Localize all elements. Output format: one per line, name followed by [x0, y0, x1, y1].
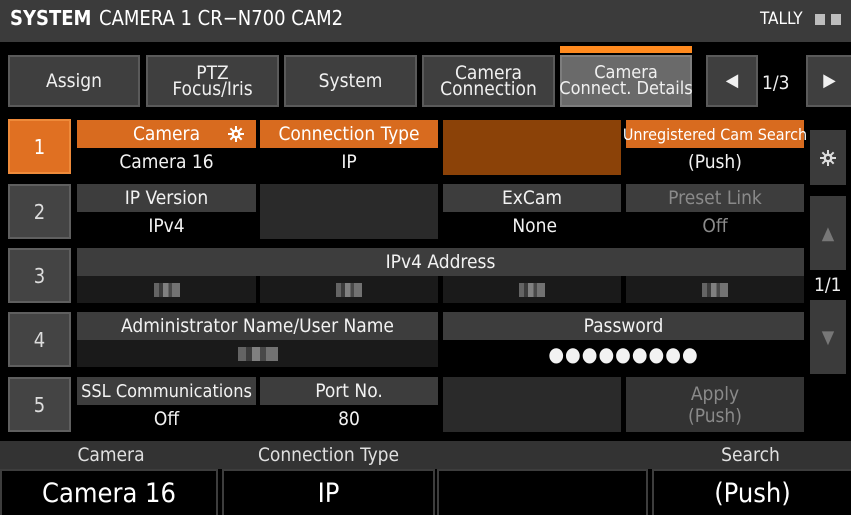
settings-button[interactable] — [810, 130, 846, 185]
tab-camera-connection[interactable]: Camera Connection — [422, 55, 555, 107]
scroll-up-button[interactable]: ▲ — [810, 196, 846, 270]
bottom-search-label: Search — [650, 441, 851, 469]
camera-label[interactable]: Camera — [77, 120, 256, 148]
port-no-label[interactable]: Port No. — [260, 377, 438, 405]
bottom-connection-type-label: Connection Type — [222, 441, 435, 469]
tally-indicator-2 — [831, 14, 841, 25]
redacted-value — [153, 282, 180, 297]
tab-system[interactable]: System — [284, 55, 417, 107]
bottom-camera-label: Camera — [0, 441, 222, 469]
apply-button[interactable]: Apply (Push) — [626, 377, 804, 432]
tab-ptz-focus-iris[interactable]: PTZ Focus/Iris — [146, 55, 279, 107]
camera-title: CAMERA 1 CR−N700 CAM2 — [99, 6, 344, 30]
bottom-camera-value[interactable]: Camera 16 — [0, 469, 218, 515]
preset-link-value: Off — [626, 212, 804, 239]
tab-ptz-label: PTZ Focus/Iris — [172, 62, 253, 100]
redacted-value — [336, 282, 362, 297]
active-tab-indicator — [560, 46, 692, 53]
page-indicator: 1/3 — [762, 72, 790, 94]
row-button-2[interactable]: 2 — [8, 184, 71, 239]
unregistered-cam-search-label[interactable]: Unregistered Cam Search — [623, 120, 807, 148]
bottom-search-value[interactable]: (Push) — [652, 469, 851, 515]
empty-cell — [443, 377, 621, 432]
ipv4-octet-3[interactable] — [443, 276, 621, 303]
tab-system-label: System — [318, 70, 383, 92]
ssl-communications-value[interactable]: Off — [77, 405, 256, 432]
system-label: SYSTEM — [10, 6, 92, 30]
password-label: Password — [443, 312, 804, 340]
camera-label-text: Camera — [132, 123, 201, 145]
left-arrow-icon: ◀ — [725, 70, 739, 91]
connection-type-value[interactable]: IP — [260, 148, 438, 175]
admin-name-label: Administrator Name/User Name — [77, 312, 438, 340]
gear-icon — [228, 126, 244, 142]
ipv4-octet-1[interactable] — [77, 276, 256, 303]
camera-value[interactable]: Camera 16 — [77, 148, 256, 175]
password-value[interactable]: ●●●●●●●●● — [443, 340, 804, 367]
tally-indicator-1 — [815, 14, 825, 25]
right-arrow-icon: ▶ — [823, 70, 836, 91]
connection-type-label[interactable]: Connection Type — [260, 120, 438, 148]
tab-camera-connect-details-label: Camera Connect. Details — [559, 62, 693, 99]
next-page-button[interactable]: ▶ — [806, 55, 851, 107]
tab-camera-connect-details[interactable]: Camera Connect. Details — [559, 55, 693, 107]
ip-version-label[interactable]: IP Version — [77, 184, 256, 212]
up-arrow-icon: ▲ — [821, 222, 835, 244]
tab-assign-label: Assign — [46, 70, 102, 92]
down-arrow-icon: ▼ — [821, 326, 835, 348]
preset-link-label: Preset Link — [626, 184, 804, 212]
redacted-value — [519, 282, 545, 297]
bottom-connection-type-value[interactable]: IP — [222, 469, 435, 515]
excam-value[interactable]: None — [443, 212, 621, 239]
gear-icon — [820, 149, 836, 166]
bottom-blank-value — [437, 469, 648, 515]
bottom-blank-label — [435, 441, 650, 469]
apply-label: Apply — [690, 382, 740, 405]
empty-cell — [443, 120, 621, 175]
apply-value: (Push) — [688, 404, 742, 427]
ssl-communications-label[interactable]: SSL Communications — [77, 377, 256, 405]
ipv4-octet-4[interactable] — [626, 276, 804, 303]
row-button-1[interactable]: 1 — [8, 119, 71, 174]
redacted-value — [237, 346, 278, 361]
scroll-page-indicator: 1/1 — [814, 274, 842, 296]
row-button-3[interactable]: 3 — [8, 248, 71, 303]
tab-camera-connection-label: Camera Connection — [440, 62, 537, 100]
empty-cell — [260, 184, 438, 239]
prev-page-button[interactable]: ◀ — [706, 55, 758, 107]
tab-assign[interactable]: Assign — [8, 55, 140, 107]
unregistered-cam-search-value[interactable]: (Push) — [626, 148, 804, 175]
admin-name-value[interactable] — [77, 340, 438, 367]
ipv4-address-label: IPv4 Address — [77, 248, 804, 276]
tally-label: TALLY — [760, 9, 803, 29]
redacted-value — [702, 282, 728, 297]
scroll-down-button[interactable]: ▼ — [810, 300, 846, 374]
port-no-value[interactable]: 80 — [260, 405, 438, 432]
ip-version-value[interactable]: IPv4 — [77, 212, 256, 239]
excam-label[interactable]: ExCam — [443, 184, 621, 212]
row-button-4[interactable]: 4 — [8, 312, 71, 367]
row-button-5[interactable]: 5 — [8, 377, 71, 432]
ipv4-octet-2[interactable] — [260, 276, 438, 303]
